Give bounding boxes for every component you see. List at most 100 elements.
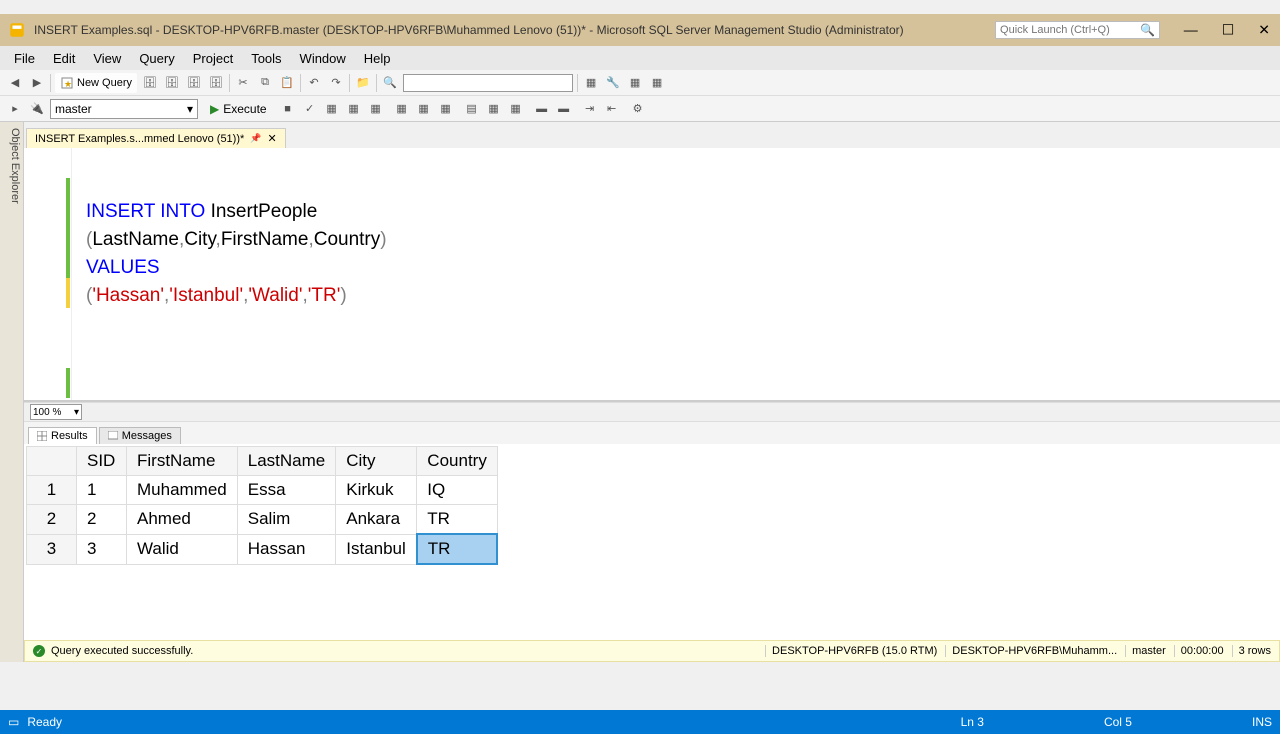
nav-back-icon[interactable]: ◀ [6,74,24,92]
menu-view[interactable]: View [85,49,129,68]
pin-icon[interactable]: 📌 [250,133,261,144]
undo-icon[interactable]: ↶ [305,74,323,92]
toolbar-combo[interactable] [403,74,573,92]
titlebar: INSERT Examples.sql - DESKTOP-HPV6RFB.ma… [0,14,1280,46]
object-explorer-tab[interactable]: Object Explorer [0,122,24,662]
menu-query[interactable]: Query [131,49,182,68]
sqlcmd-icon[interactable]: ⚙ [629,100,647,118]
nav-fwd-icon[interactable]: ▶ [28,74,46,92]
maximize-button[interactable]: ☐ [1216,20,1241,41]
plan-icon-1[interactable]: ▦ [323,100,341,118]
status-server: DESKTOP-HPV6RFB (15.0 RTM) [765,645,937,657]
indent-icon[interactable]: ⇥ [581,100,599,118]
search-icon: 🔍 [1140,23,1155,37]
tab-messages[interactable]: Messages [99,427,181,444]
new-query-icon: ★ [60,76,74,90]
find-icon[interactable]: 🔍 [381,74,399,92]
menu-project[interactable]: Project [185,49,241,68]
copy-icon[interactable]: ⧉ [256,74,274,92]
status-ready: Ready [27,715,62,729]
comment-icon[interactable]: ▬ [533,100,551,118]
statusbar-icon: ▭ [8,715,19,729]
menu-file[interactable]: File [6,49,43,68]
col-city[interactable]: City [336,447,417,476]
quick-launch[interactable]: 🔍 [995,21,1160,39]
statusbar: ▭ Ready Ln 3 Col 5 INS [0,710,1280,734]
execute-button[interactable]: ▶ Execute [202,100,275,118]
col-firstname[interactable]: FirstName [127,447,238,476]
sql-editor[interactable]: INSERT INTO InsertPeople (LastName,City,… [24,148,1280,402]
database-selector[interactable]: master ▾ [50,99,198,119]
opt-icon-1[interactable]: ▦ [393,100,411,118]
results-grid-icon[interactable]: ▦ [485,100,503,118]
table-row[interactable]: 2 2AhmedSalimAnkaraTR [27,505,498,535]
results-tabs: Results Messages [24,422,1280,444]
results-file-icon[interactable]: ▦ [507,100,525,118]
quick-launch-input[interactable] [1000,24,1140,36]
status-ins: INS [1252,715,1272,729]
db-icon-2[interactable]: 🗄 [163,74,181,92]
tool-icon-2[interactable]: ▦ [626,74,644,92]
connect-icon[interactable]: ▸ [6,100,24,118]
status-time: 00:00:00 [1174,645,1224,657]
ssms-icon [8,21,26,39]
status-col: Col 5 [1104,715,1132,729]
results-text-icon[interactable]: ▤ [463,100,481,118]
success-icon: ✓ [33,645,45,657]
tab-insert-examples[interactable]: INSERT Examples.s...mmed Lenovo (51))* 📌… [26,128,286,148]
redo-icon[interactable]: ↷ [327,74,345,92]
db-icon-4[interactable]: 🗄 [207,74,225,92]
paste-icon[interactable]: 📋 [278,74,296,92]
cut-icon[interactable]: ✂ [234,74,252,92]
new-query-button[interactable]: ★ New Query [55,73,137,93]
stop-icon[interactable]: ■ [279,100,297,118]
table-row[interactable]: 3 3WalidHassanIstanbulTR [27,534,498,564]
outdent-icon[interactable]: ⇤ [603,100,621,118]
change-conn-icon[interactable]: 🔌 [28,100,46,118]
toolbar-sql: ▸ 🔌 master ▾ ▶ Execute ■ ✓ ▦ ▦ ▦ ▦ ▦ ▦ ▤… [0,96,1280,122]
opt-icon-2[interactable]: ▦ [415,100,433,118]
close-tab-icon[interactable]: ✕ [268,132,277,145]
results-grid[interactable]: SID FirstName LastName City Country 1 1M… [24,444,1280,640]
col-lastname[interactable]: LastName [237,447,335,476]
messages-icon [108,431,118,441]
editor-content[interactable]: INSERT INTO InsertPeople (LastName,City,… [72,148,1280,400]
menu-help[interactable]: Help [356,49,399,68]
status-db: master [1125,645,1166,657]
document-tabs: INSERT Examples.s...mmed Lenovo (51))* 📌… [24,122,1280,148]
menu-edit[interactable]: Edit [45,49,83,68]
menubar: File Edit View Query Project Tools Windo… [0,46,1280,70]
opt-icon-3[interactable]: ▦ [437,100,455,118]
menu-tools[interactable]: Tools [243,49,289,68]
selected-cell: TR [417,534,498,564]
close-button[interactable]: ✕ [1252,20,1276,41]
status-rows: 3 rows [1232,645,1271,657]
tab-label: INSERT Examples.s...mmed Lenovo (51))* [35,133,244,145]
uncomment-icon[interactable]: ▬ [555,100,573,118]
wrench-icon[interactable]: 🔧 [604,74,622,92]
status-message: Query executed successfully. [51,645,193,657]
tool-icon-3[interactable]: ▦ [648,74,666,92]
db-icon-3[interactable]: 🗄 [185,74,203,92]
minimize-button[interactable]: — [1178,20,1204,41]
zoom-selector[interactable]: 100 %▾ [30,404,82,420]
table-row[interactable]: 1 1MuhammedEssaKirkukIQ [27,476,498,505]
grid-icon [37,431,47,441]
tool-icon-1[interactable]: ▦ [582,74,600,92]
plan-icon-3[interactable]: ▦ [367,100,385,118]
chevron-down-icon: ▾ [74,407,79,418]
tab-results[interactable]: Results [28,427,97,444]
parse-icon[interactable]: ✓ [301,100,319,118]
plan-icon-2[interactable]: ▦ [345,100,363,118]
db-selected: master [55,102,92,116]
menu-window[interactable]: Window [292,49,354,68]
zoom-bar: 100 %▾ [24,402,1280,422]
svg-text:★: ★ [64,79,72,89]
row-header-blank[interactable] [27,447,77,476]
db-icon-1[interactable]: 🗄 [141,74,159,92]
col-country[interactable]: Country [417,447,498,476]
solution-icon[interactable]: 📁 [354,74,372,92]
col-sid[interactable]: SID [77,447,127,476]
toolbar-standard: ◀ ▶ ★ New Query 🗄 🗄 🗄 🗄 ✂ ⧉ 📋 ↶ ↷ 📁 🔍 ▦ … [0,70,1280,96]
status-line: Ln 3 [961,715,984,729]
